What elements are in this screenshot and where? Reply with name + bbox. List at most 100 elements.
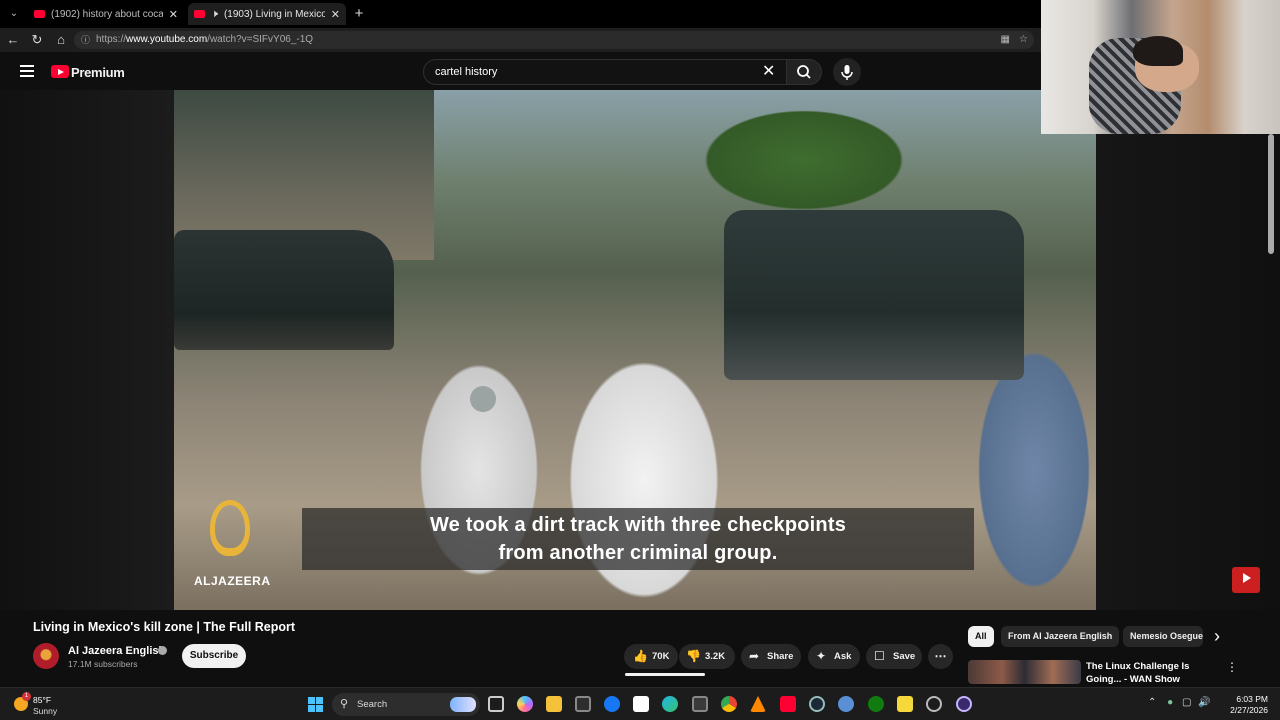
- subscriber-count: 17.1M subscribers: [68, 659, 138, 669]
- video-title: Living in Mexico's kill zone | The Full …: [33, 620, 296, 634]
- taskbar-clock-date[interactable]: 2/27/2026: [1222, 705, 1268, 715]
- search-input[interactable]: cartel history: [423, 59, 787, 85]
- channel-subscribe-watermark-icon[interactable]: [1232, 567, 1260, 593]
- clear-search-icon[interactable]: ✕: [762, 63, 775, 81]
- police-truck-left: [174, 230, 394, 350]
- address-bar[interactable]: ⓘ https://www.youtube.com/watch?v=SIFvY0…: [74, 31, 1034, 49]
- home-icon[interactable]: ⌂: [53, 32, 69, 48]
- windows-taskbar: 1 85°F Sunny ⚲ Search ⌃ ● ▢ 🔊 6:03 PM 2/…: [0, 687, 1280, 720]
- tab-close-icon[interactable]: ✕: [169, 8, 178, 21]
- xbox-icon[interactable]: [868, 696, 884, 712]
- person-hair: [1133, 36, 1183, 66]
- search-icon: ⚲: [340, 698, 349, 710]
- microsoft-store-icon[interactable]: [575, 696, 591, 712]
- bookmark-icon: ☐: [874, 649, 885, 663]
- youtube-favicon-icon: [194, 10, 205, 18]
- speaker-icon[interactable]: 🕨: [211, 8, 218, 21]
- tab-list-button[interactable]: ⌄: [6, 6, 22, 22]
- sparkle-icon: ✦: [816, 649, 827, 663]
- file-explorer-icon[interactable]: [546, 696, 562, 712]
- reader-mode-icon[interactable]: ▦: [1001, 31, 1010, 49]
- search-highlight-icon: [450, 697, 476, 712]
- edge-icon[interactable]: [662, 696, 678, 712]
- search-button[interactable]: [786, 59, 822, 85]
- tab-history-about-cocaine[interactable]: (1902) history about cocaine - You ✕: [28, 3, 184, 25]
- url-prefix: https://: [96, 34, 127, 45]
- chip-nemesio-oseguera[interactable]: Nemesio Osegue: [1123, 626, 1203, 647]
- system-tray-icons[interactable]: ⌃ ● ▢ 🔊: [1148, 697, 1211, 708]
- share-button[interactable]: ➦ Share: [741, 644, 801, 669]
- weather-badge: 1: [22, 692, 31, 701]
- vlc-icon[interactable]: [750, 696, 766, 712]
- back-icon[interactable]: ←: [5, 32, 21, 48]
- youtube-app-icon[interactable]: [780, 696, 796, 712]
- tab-close-icon[interactable]: ✕: [331, 8, 340, 21]
- steam-icon[interactable]: [809, 696, 825, 712]
- microphone-icon: [841, 65, 853, 80]
- verified-check-icon: [158, 646, 167, 655]
- favorite-star-icon[interactable]: ☆: [1019, 31, 1028, 49]
- more-actions-button[interactable]: ⋯: [928, 644, 953, 669]
- microphone-icon[interactable]: ●: [1167, 697, 1173, 708]
- taskbar-clock-time[interactable]: 6:03 PM: [1232, 694, 1268, 704]
- new-tab-button[interactable]: +: [351, 6, 367, 22]
- dislike-count: 3.2K: [705, 651, 726, 662]
- chip-from-al-jazeera-english[interactable]: From Al Jazeera English: [1001, 626, 1120, 647]
- facebook-icon[interactable]: [604, 696, 620, 712]
- search-icon: [797, 65, 811, 79]
- youtube-premium-brand[interactable]: Premium: [71, 65, 125, 80]
- windows-start-icon[interactable]: [308, 697, 323, 712]
- calculator-icon[interactable]: [692, 696, 708, 712]
- sticky-notes-icon[interactable]: [897, 696, 913, 712]
- recommended-video-thumbnail[interactable]: [968, 660, 1081, 684]
- notification-app-icon[interactable]: [926, 696, 942, 712]
- youtube-logo-icon[interactable]: [51, 65, 69, 78]
- like-button[interactable]: 👍 70K: [624, 644, 678, 669]
- save-label: Save: [893, 651, 916, 662]
- channel-name[interactable]: Al Jazeera English: [68, 645, 165, 657]
- tab-title: (1902) history about cocaine - You: [51, 8, 163, 20]
- chrome-icon[interactable]: [721, 696, 737, 712]
- tab-living-in-mexico[interactable]: 🕨 (1903) Living in Mexico's kill zo ✕: [188, 3, 346, 25]
- channel-avatar[interactable]: [33, 643, 59, 669]
- site-info-icon[interactable]: ⓘ: [81, 31, 90, 49]
- al-jazeera-logo-icon: [210, 500, 250, 556]
- dislike-button[interactable]: 👎 3.2K: [679, 644, 735, 669]
- like-ratio-bar: [625, 673, 705, 676]
- like-count: 70K: [652, 651, 670, 662]
- tab-title: (1903) Living in Mexico's kill zo: [223, 8, 325, 20]
- youtube-favicon-icon: [34, 10, 45, 18]
- task-view-icon[interactable]: [488, 696, 504, 712]
- thumbs-down-icon: 👎: [686, 649, 701, 663]
- amazon-icon[interactable]: [633, 696, 649, 712]
- ask-button[interactable]: ✦ Ask: [808, 644, 860, 669]
- recommended-video-menu-icon[interactable]: ⋮: [1226, 660, 1238, 674]
- chip-next-icon[interactable]: ›: [1214, 626, 1220, 647]
- left-ambient-area: [0, 90, 174, 610]
- settings-gear-icon[interactable]: [838, 696, 854, 712]
- url-path: /watch?v=SIFvY06_-1Q: [207, 34, 314, 45]
- webcam-overlay: [1041, 0, 1280, 134]
- obs-recording-icon[interactable]: [956, 696, 972, 712]
- taskbar-search-box[interactable]: ⚲ Search: [332, 693, 480, 716]
- chip-all[interactable]: All: [968, 626, 994, 647]
- reload-icon[interactable]: ↻: [29, 32, 45, 48]
- voice-search-button[interactable]: [833, 58, 861, 86]
- weather-temperature: 85°F: [33, 695, 52, 705]
- subscribe-button[interactable]: Subscribe: [182, 644, 246, 668]
- url-host: www.youtube.com: [126, 34, 208, 45]
- network-icon[interactable]: ▢: [1182, 697, 1191, 708]
- save-button[interactable]: ☐ Save: [866, 644, 922, 669]
- al-jazeera-watermark: ALJAZEERA: [194, 574, 271, 588]
- show-hidden-icons-icon[interactable]: ⌃: [1148, 697, 1156, 708]
- hamburger-menu-icon[interactable]: [20, 65, 34, 77]
- volume-icon[interactable]: 🔊: [1198, 697, 1210, 708]
- video-player[interactable]: ALJAZEERA We took a dirt track with thre…: [174, 90, 1096, 610]
- ask-label: Ask: [834, 651, 852, 662]
- share-icon: ➦: [749, 649, 760, 663]
- microphone: [470, 386, 496, 412]
- right-ambient-area: [1096, 90, 1280, 610]
- copilot-icon[interactable]: [517, 696, 533, 712]
- police-truck-right: [724, 210, 1024, 380]
- page-scrollbar[interactable]: [1268, 134, 1274, 254]
